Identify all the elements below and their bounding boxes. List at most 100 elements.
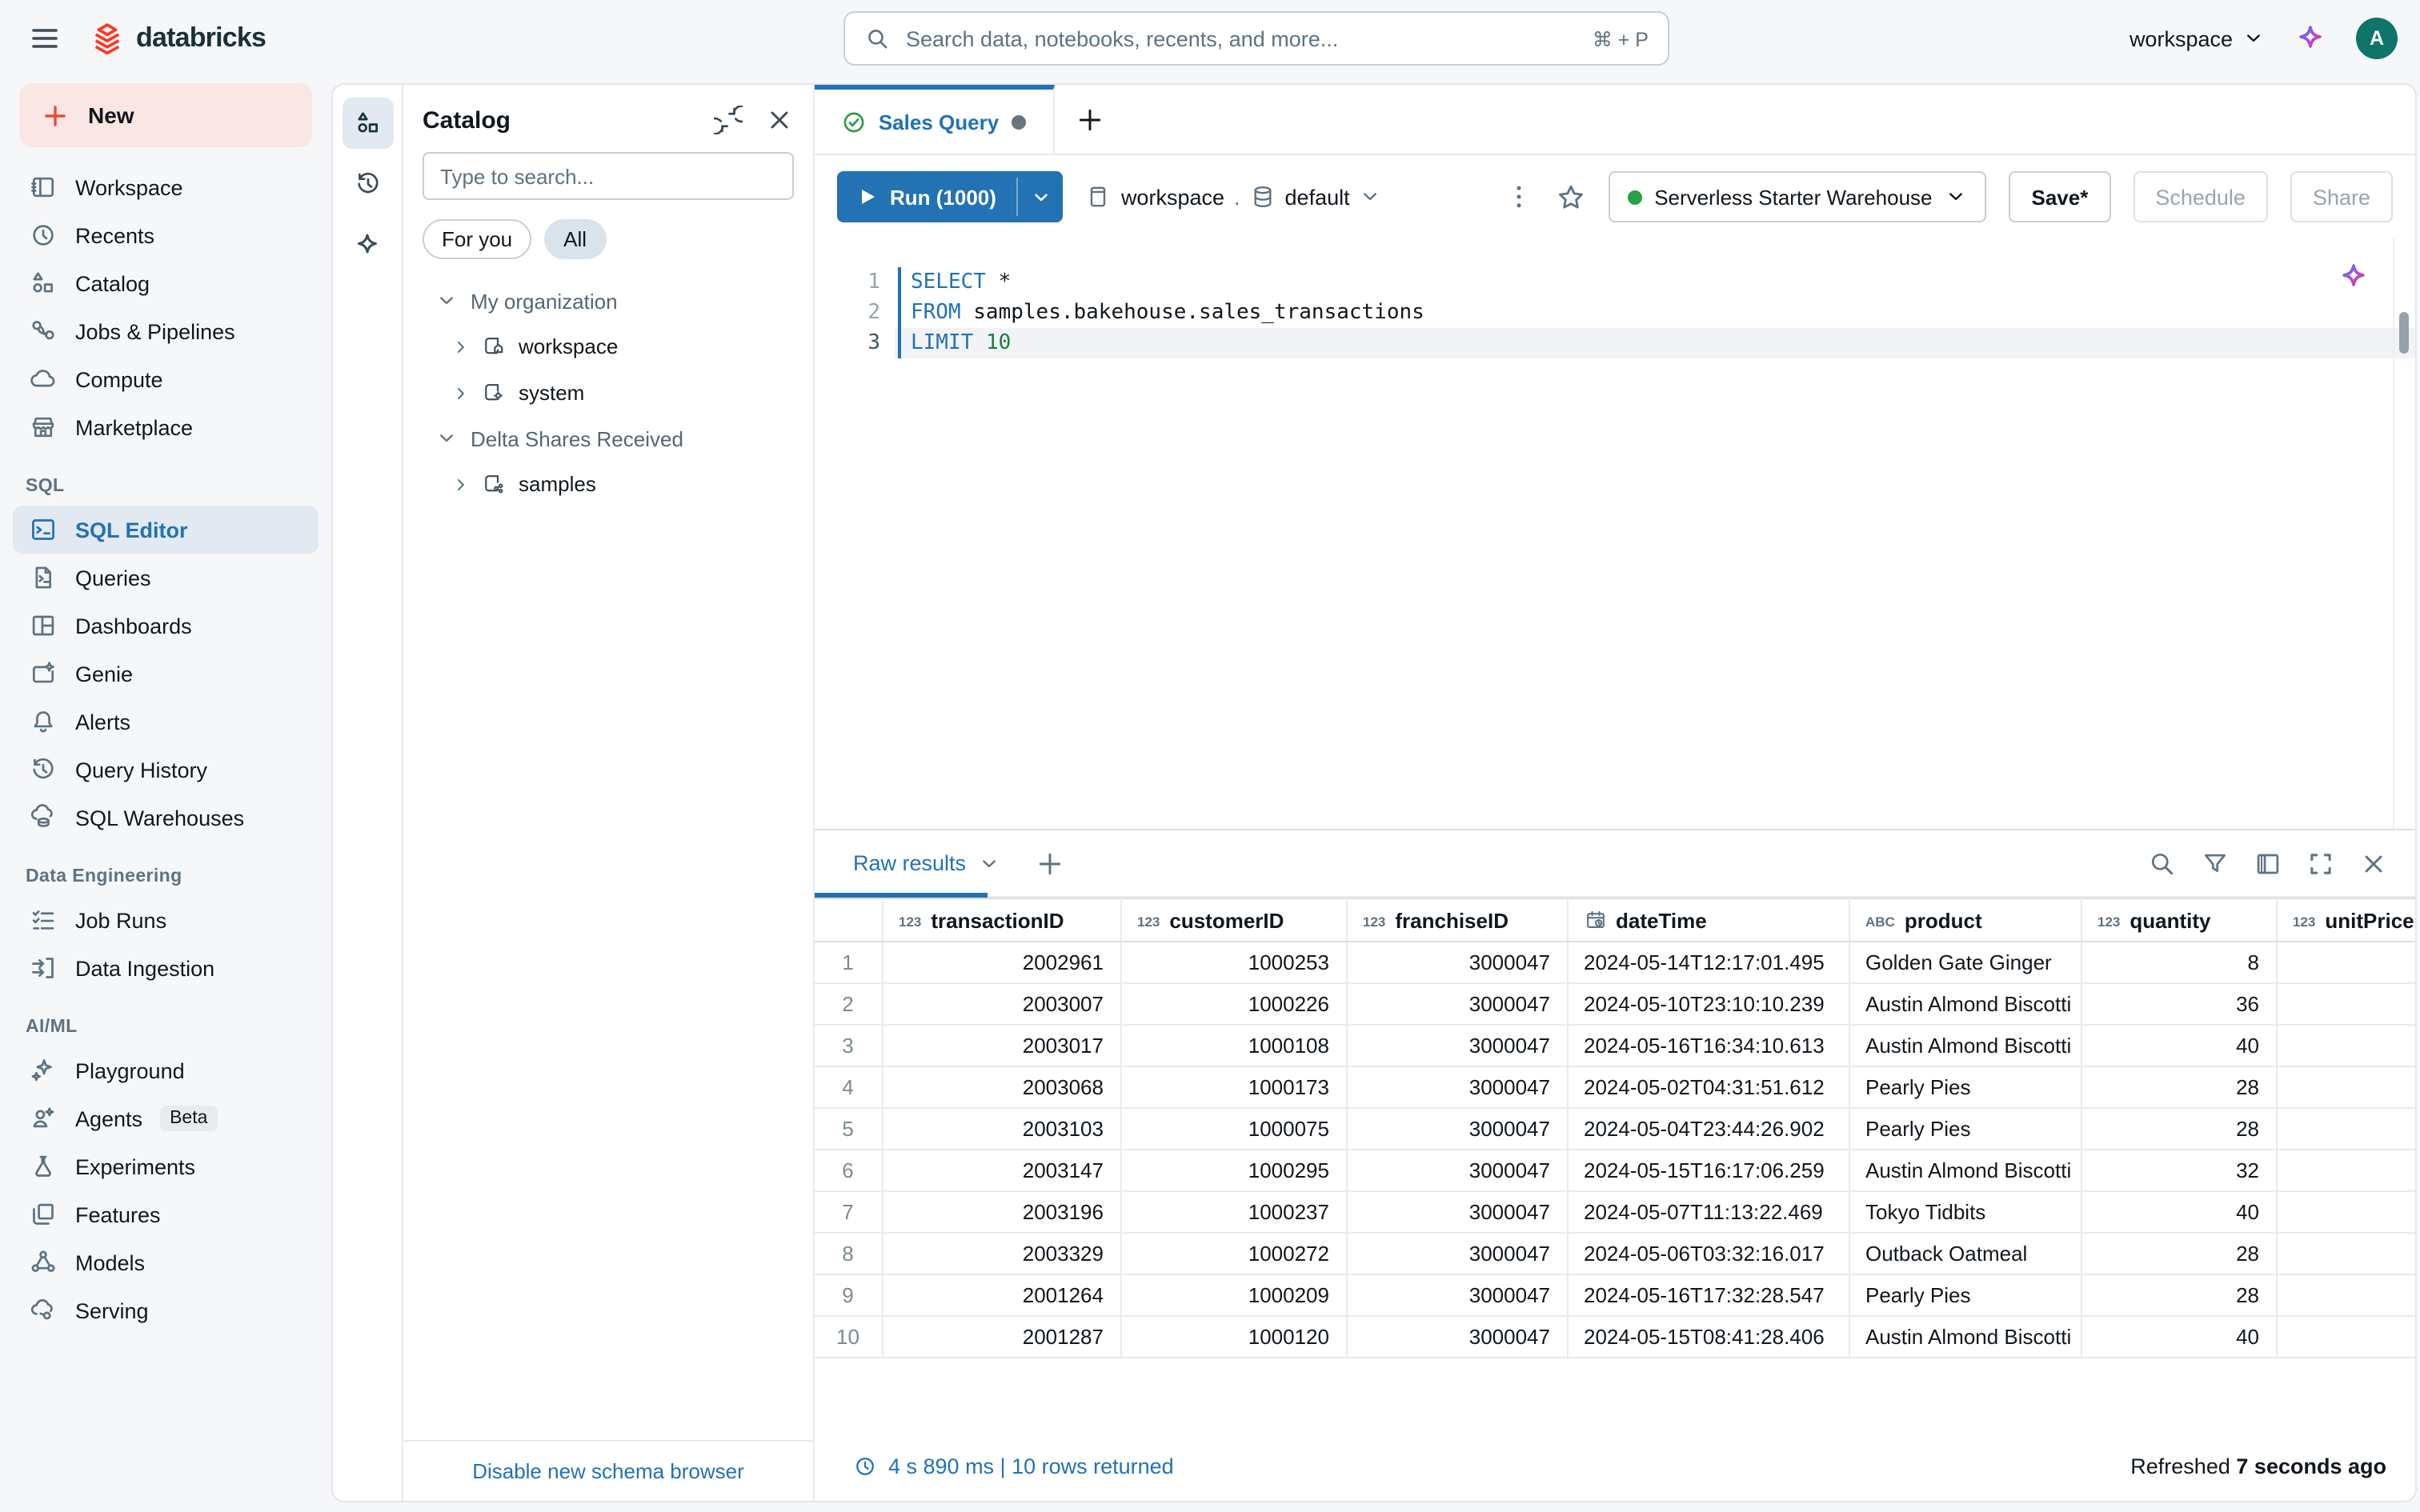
- table-row[interactable]: 22003007100022630000472024-05-10T23:10:1…: [815, 983, 2417, 1025]
- rail-catalog-button[interactable]: [342, 98, 393, 149]
- chevron-down-icon: [977, 852, 1000, 874]
- chevron-right-small-icon: [451, 383, 471, 402]
- sidebar-item-recents[interactable]: Recents: [13, 211, 319, 259]
- sidebar-item-catalog[interactable]: Catalog: [13, 259, 319, 307]
- number-type-icon: 123: [2293, 914, 2315, 930]
- sidebar-item-data-ingestion[interactable]: Data Ingestion: [13, 944, 319, 992]
- databricks-logo[interactable]: databricks: [90, 21, 266, 56]
- table-row[interactable]: 62003147100029530000472024-05-15T16:17:0…: [815, 1150, 2417, 1191]
- table-row[interactable]: 102001287100012030000472024-05-15T08:41:…: [815, 1316, 2417, 1358]
- editor-scrollbar-thumb[interactable]: [2399, 312, 2409, 354]
- catalog-schema-picker[interactable]: workspace . default: [1086, 184, 1382, 210]
- column-header-label: quantity: [2130, 908, 2210, 932]
- column-header-product[interactable]: ABCproduct: [1849, 898, 2081, 942]
- sidebar-item-compute[interactable]: Compute: [13, 355, 319, 403]
- catalog-tree-item-samples[interactable]: samples: [403, 461, 813, 507]
- sidebar-item-sql-warehouses[interactable]: SQL Warehouses: [13, 794, 319, 842]
- warehouse-selector[interactable]: Serverless Starter Warehouse: [1608, 171, 1986, 222]
- add-visualization-button[interactable]: [1035, 849, 1064, 878]
- sidebar-item-marketplace[interactable]: Marketplace: [13, 403, 319, 451]
- catalog-tree-item-workspace[interactable]: workspace: [403, 323, 813, 370]
- table-row[interactable]: 82003329100027230000472024-05-06T03:32:1…: [815, 1233, 2417, 1274]
- results-close-button[interactable]: [2358, 849, 2390, 878]
- avatar[interactable]: A: [2356, 18, 2398, 59]
- results-columns-button[interactable]: [2252, 849, 2284, 878]
- sidebar-item-queries[interactable]: Queries: [13, 554, 319, 602]
- sidebar-item-models[interactable]: Models: [13, 1238, 319, 1286]
- table-row[interactable]: 52003103100007530000472024-05-04T23:44:2…: [815, 1108, 2417, 1150]
- sidebar-item-agents[interactable]: AgentsBeta: [13, 1094, 319, 1142]
- cell-dateTime: 2024-05-16T16:34:10.613: [1567, 1025, 1849, 1066]
- catalog-tree-group[interactable]: Delta Shares Received: [403, 416, 813, 461]
- results-filter-button[interactable]: [2199, 849, 2231, 878]
- rail-history-button[interactable]: [342, 158, 393, 210]
- sidebar-item-genie[interactable]: Genie: [13, 650, 319, 698]
- sidebar-item-query-history[interactable]: Query History: [13, 746, 319, 794]
- sidebar-item-dashboards[interactable]: Dashboards: [13, 602, 319, 650]
- filter-icon: [2201, 849, 2230, 878]
- new-tab-button[interactable]: [1055, 85, 1125, 154]
- editor-scrollbar[interactable]: [2393, 238, 2415, 829]
- table-row[interactable]: 72003196100023730000472024-05-07T11:13:2…: [815, 1191, 2417, 1233]
- sidebar-item-serving[interactable]: Serving: [13, 1286, 319, 1334]
- column-header-quantity[interactable]: 123quantity: [2081, 898, 2276, 942]
- kebab-menu-button[interactable]: [1504, 182, 1533, 211]
- menu-icon: [29, 22, 61, 54]
- row-number-cell: 2: [815, 983, 882, 1025]
- column-header-customerID[interactable]: 123customerID: [1120, 898, 1346, 942]
- cell-franchiseID: 3000047: [1346, 1191, 1567, 1233]
- hamburger-menu-button[interactable]: [22, 16, 67, 61]
- column-header-transactionID[interactable]: 123transactionID: [882, 898, 1120, 942]
- column-header-label: product: [1905, 908, 1982, 932]
- table-row[interactable]: 42003068100017330000472024-05-02T04:31:5…: [815, 1066, 2417, 1108]
- cell-dateTime: 2024-05-07T11:13:22.469: [1567, 1191, 1849, 1233]
- sidebar-item-job-runs[interactable]: Job Runs: [13, 896, 319, 944]
- table-row[interactable]: 12002961100025330000472024-05-14T12:17:0…: [815, 942, 2417, 983]
- global-search-input[interactable]: Search data, notebooks, recents, and mor…: [843, 11, 1669, 66]
- code-line-content: LIMIT 10: [895, 328, 2415, 358]
- catalog-tree-group[interactable]: My organization: [403, 278, 813, 323]
- sidebar-item-sql-editor[interactable]: SQL Editor: [13, 506, 319, 554]
- run-options-caret[interactable]: [1019, 171, 1064, 222]
- inline-assistant-icon[interactable]: [2337, 261, 2370, 294]
- row-number-cell: 7: [815, 1191, 882, 1233]
- sidebar-item-workspace[interactable]: Workspace: [13, 163, 319, 211]
- database-icon: [1250, 184, 1276, 210]
- catalog-panel-title: Catalog: [423, 106, 691, 134]
- column-header-franchiseID[interactable]: 123franchiseID: [1346, 898, 1567, 942]
- filter-pill-for-you[interactable]: For you: [423, 219, 531, 259]
- catalog-refresh-button[interactable]: [714, 106, 743, 134]
- workspace-switcher[interactable]: workspace: [2130, 26, 2265, 50]
- query-tab-sales-query[interactable]: Sales Query: [815, 85, 1055, 154]
- sidebar-item-playground[interactable]: Playground: [13, 1046, 319, 1094]
- catalog-tree-item-system[interactable]: system: [403, 370, 813, 416]
- results-fullscreen-button[interactable]: [2305, 849, 2337, 878]
- run-button[interactable]: Run (1000): [837, 171, 1017, 222]
- table-row[interactable]: 32003017100010830000472024-05-16T16:34:1…: [815, 1025, 2417, 1066]
- column-header-unitPrice[interactable]: 123unitPrice: [2276, 898, 2417, 942]
- filter-pill-all[interactable]: All: [544, 219, 606, 259]
- sidebar-item-alerts[interactable]: Alerts: [13, 698, 319, 746]
- save-button[interactable]: Save*: [2009, 171, 2111, 222]
- clock-icon: [853, 1454, 877, 1478]
- catalog-close-button[interactable]: [765, 106, 794, 134]
- sql-code-editor[interactable]: 1SELECT *2FROM samples.bakehouse.sales_t…: [815, 238, 2415, 829]
- new-button[interactable]: New: [19, 83, 312, 147]
- column-header-inner: dateTime: [1584, 908, 1832, 932]
- column-header-dateTime[interactable]: dateTime: [1567, 898, 1849, 942]
- table-row[interactable]: 92001264100020930000472024-05-16T17:32:2…: [815, 1274, 2417, 1316]
- sidebar-item-experiments[interactable]: Experiments: [13, 1142, 319, 1190]
- share-button[interactable]: Share: [2290, 171, 2393, 222]
- rail-assistant-button[interactable]: [342, 219, 393, 270]
- raw-results-tab[interactable]: Raw results: [853, 851, 1000, 875]
- favorite-star-button[interactable]: [1555, 182, 1585, 212]
- sidebar-item-features[interactable]: Features: [13, 1190, 319, 1238]
- sidebar-item-jobs-pipelines[interactable]: Jobs & Pipelines: [13, 307, 319, 355]
- results-search-button[interactable]: [2146, 849, 2178, 878]
- assistant-button[interactable]: [2294, 22, 2327, 55]
- catalog-search-input[interactable]: [423, 152, 794, 200]
- refreshed-time: 7 seconds ago: [2236, 1454, 2386, 1478]
- disable-schema-browser-link[interactable]: Disable new schema browser: [472, 1459, 744, 1483]
- schedule-button[interactable]: Schedule: [2133, 171, 2268, 222]
- top-bar: databricks Search data, notebooks, recen…: [0, 0, 2420, 77]
